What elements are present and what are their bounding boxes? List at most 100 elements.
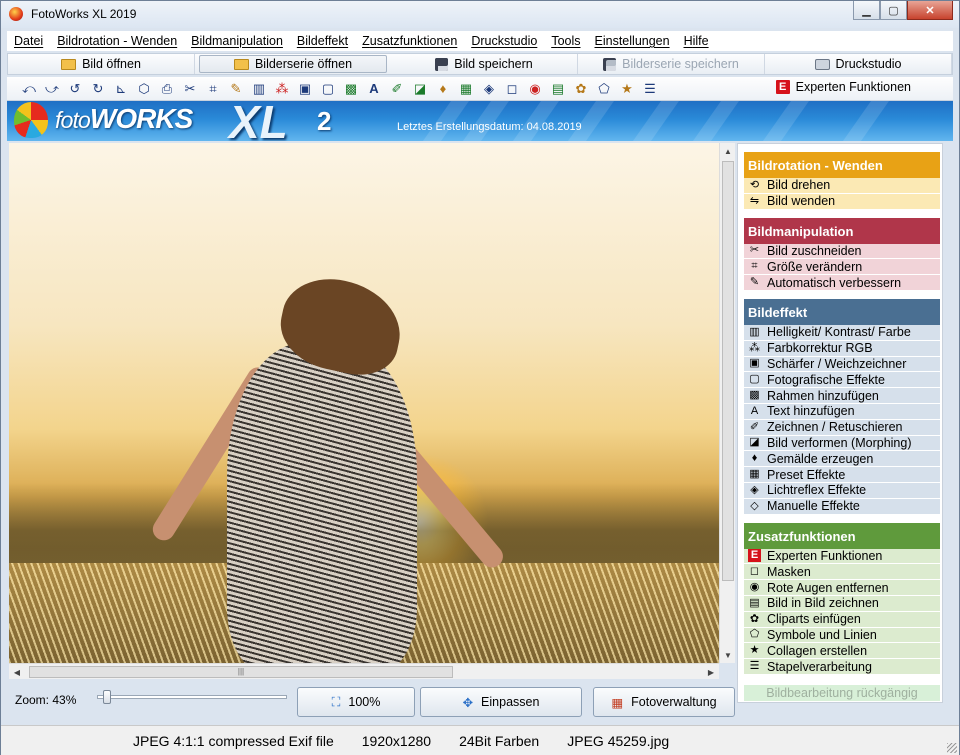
- redo-rotate-icon[interactable]: ↻: [90, 81, 106, 97]
- horizontal-scrollbar[interactable]: ◀ ||| ▶: [9, 663, 719, 679]
- title-bar[interactable]: FotoWorks XL 2019 ▁ ▢ ✕: [1, 1, 959, 28]
- sidebar-item[interactable]: ⬠ Symbole und Linien: [744, 627, 940, 644]
- sidebar-item[interactable]: ☰ Stapelverarbeitung: [744, 659, 940, 675]
- draw-icon[interactable]: ✐: [389, 81, 405, 97]
- app-logo-icon[interactable]: [9, 7, 23, 21]
- sidebar-item[interactable]: ▣ Schärfer / Weichzeichner: [744, 356, 940, 373]
- sidebar-item[interactable]: ⁂ Farbkorrektur RGB: [744, 340, 940, 357]
- lightroom-icon[interactable]: ◈: [481, 81, 497, 97]
- symbol-icon[interactable]: ⬠: [596, 81, 612, 97]
- red-eye-icon[interactable]: ◉: [527, 81, 543, 97]
- paint-icon[interactable]: ♦: [435, 81, 451, 97]
- window-title: FotoWorks XL 2019: [31, 7, 137, 21]
- resize-grip[interactable]: [947, 743, 957, 753]
- batch-icon[interactable]: ☰: [642, 81, 658, 97]
- wand-icon: ✎: [749, 276, 760, 289]
- frame-icon[interactable]: ▩: [343, 81, 359, 97]
- manual-icon[interactable]: ◻: [504, 81, 520, 97]
- print-studio-button[interactable]: Druckstudio: [765, 54, 952, 74]
- scroll-up-icon[interactable]: ▲: [720, 143, 736, 159]
- expert-functions-button[interactable]: E Experten Funktionen: [775, 80, 911, 94]
- sidebar-item[interactable]: ⟲ Bild drehen: [744, 178, 940, 194]
- sidebar-item[interactable]: ◉ Rote Augen entfernen: [744, 580, 940, 596]
- undo-rotate-icon[interactable]: ↺: [67, 81, 83, 97]
- scroll-left-icon[interactable]: ◀: [9, 664, 25, 680]
- menu-einstellungen[interactable]: Einstellungen: [588, 34, 677, 48]
- sidebar-item[interactable]: ◈ Lichtreflex Effekte: [744, 482, 940, 499]
- sidebar-item[interactable]: ▩ Rahmen hinzufügen: [744, 388, 940, 404]
- minimize-button[interactable]: ▁: [853, 1, 880, 20]
- sidebar-item[interactable]: ✿ Cliparts einfügen: [744, 611, 940, 628]
- sidebar-section-header[interactable]: Bildrotation - Wenden: [744, 152, 940, 178]
- star-icon[interactable]: ★: [619, 81, 635, 97]
- sidebar-item[interactable]: ▤ Bild in Bild zeichnen: [744, 595, 940, 612]
- expert-icon: E: [775, 80, 790, 94]
- menu-zusatzfunktionen[interactable]: Zusatzfunktionen: [355, 34, 464, 48]
- picture-in-picture-icon[interactable]: ▤: [550, 81, 566, 97]
- levels-icon[interactable]: ▥: [251, 81, 267, 97]
- manual-icon: ◇: [750, 499, 759, 512]
- maximize-button[interactable]: ▢: [880, 1, 907, 20]
- sidebar-section-header[interactable]: Bildeffekt: [744, 298, 940, 325]
- cube-icon[interactable]: ⬡: [136, 81, 152, 97]
- fit-button[interactable]: ✥ Einpassen: [420, 687, 582, 717]
- vertical-scrollbar[interactable]: ▲ ▼: [719, 143, 735, 663]
- sidebar-item[interactable]: ⇋ Bild wenden: [744, 193, 940, 210]
- zoom-100-button[interactable]: ⛶ 100%: [297, 687, 415, 717]
- zoom-slider-handle[interactable]: [103, 690, 111, 704]
- sidebar-item[interactable]: ◻ Masken: [744, 564, 940, 581]
- sidebar-section-header[interactable]: Zusatzfunktionen: [744, 522, 940, 549]
- preset-icon[interactable]: ▦: [458, 81, 474, 97]
- sidebar-item[interactable]: ◇ Manuelle Effekte: [744, 498, 940, 515]
- sidebar-item-label: Text hinzufügen: [767, 404, 855, 419]
- horizontal-scroll-thumb[interactable]: |||: [29, 666, 453, 678]
- open-image-button[interactable]: Bild öffnen: [8, 54, 195, 74]
- photo-manager-button[interactable]: ▦ Fotoverwaltung: [593, 687, 735, 717]
- sidebar-item[interactable]: A Text hinzufügen: [744, 403, 940, 420]
- text-icon[interactable]: A: [366, 81, 382, 97]
- undo-button[interactable]: Bildbearbeitung rückgängig: [744, 684, 940, 701]
- scroll-right-icon[interactable]: ▶: [703, 664, 719, 680]
- rotate-right-icon[interactable]: ⤻: [44, 81, 60, 97]
- menu-bildeffekt[interactable]: Bildeffekt: [290, 34, 355, 48]
- sidebar-item[interactable]: ✎ Automatisch verbessern: [744, 275, 940, 291]
- image-canvas[interactable]: [9, 143, 719, 663]
- save-image-button[interactable]: Bild speichern: [391, 54, 578, 74]
- menu-datei[interactable]: Datei: [7, 34, 50, 48]
- scroll-down-icon[interactable]: ▼: [720, 647, 736, 663]
- sidebar-item[interactable]: ▦ Preset Effekte: [744, 467, 940, 483]
- menu-tools[interactable]: Tools: [544, 34, 587, 48]
- save-series-button[interactable]: Bilderserie speichern: [578, 54, 765, 74]
- sidebar-item[interactable]: ♦ Gemälde erzeugen: [744, 451, 940, 468]
- brand-logo-version: 2: [317, 106, 332, 136]
- sidebar-item[interactable]: ◪ Bild verformen (Morphing): [744, 435, 940, 452]
- sidebar-section-header[interactable]: Bildmanipulation: [744, 217, 940, 244]
- zoom-slider[interactable]: [97, 690, 287, 704]
- photo-effect-icon[interactable]: ▢: [320, 81, 336, 97]
- sidebar-item[interactable]: E Experten Funktionen: [744, 548, 940, 565]
- folder-icon: [61, 58, 77, 70]
- scissors-icon[interactable]: ✂: [182, 81, 198, 97]
- straighten-icon[interactable]: ⊾: [113, 81, 129, 97]
- clipart-icon[interactable]: ✿: [573, 81, 589, 97]
- sidebar-item[interactable]: ▥ Helligkeit/ Kontrast/ Farbe: [744, 324, 940, 341]
- sharpen-icon[interactable]: ▣: [297, 81, 313, 97]
- menu-druckstudio[interactable]: Druckstudio: [464, 34, 544, 48]
- sidebar-item[interactable]: ⌗ Größe verändern: [744, 259, 940, 276]
- wand-icon[interactable]: ✎: [228, 81, 244, 97]
- sidebar-item[interactable]: ✐ Zeichnen / Retuschieren: [744, 419, 940, 436]
- sidebar-item[interactable]: ▢ Fotografische Effekte: [744, 372, 940, 389]
- menu-bildrotation[interactable]: Bildrotation - Wenden: [50, 34, 184, 48]
- menu-hilfe[interactable]: Hilfe: [677, 34, 716, 48]
- close-button[interactable]: ✕: [907, 1, 953, 20]
- printer-small-icon[interactable]: ⎙: [159, 81, 175, 97]
- rotate-left-icon[interactable]: ⤺: [21, 81, 37, 97]
- vertical-scroll-thumb[interactable]: [722, 161, 734, 581]
- sidebar-item[interactable]: ★ Collagen erstellen: [744, 643, 940, 660]
- morph-icon[interactable]: ◪: [412, 81, 428, 97]
- open-series-button[interactable]: Bilderserie öffnen: [199, 55, 387, 73]
- sidebar-item[interactable]: ✂ Bild zuschneiden: [744, 243, 940, 260]
- crop-icon[interactable]: ⌗: [205, 81, 221, 97]
- rgb-icon[interactable]: ⁂: [274, 81, 290, 97]
- menu-bildmanipulation[interactable]: Bildmanipulation: [184, 34, 290, 48]
